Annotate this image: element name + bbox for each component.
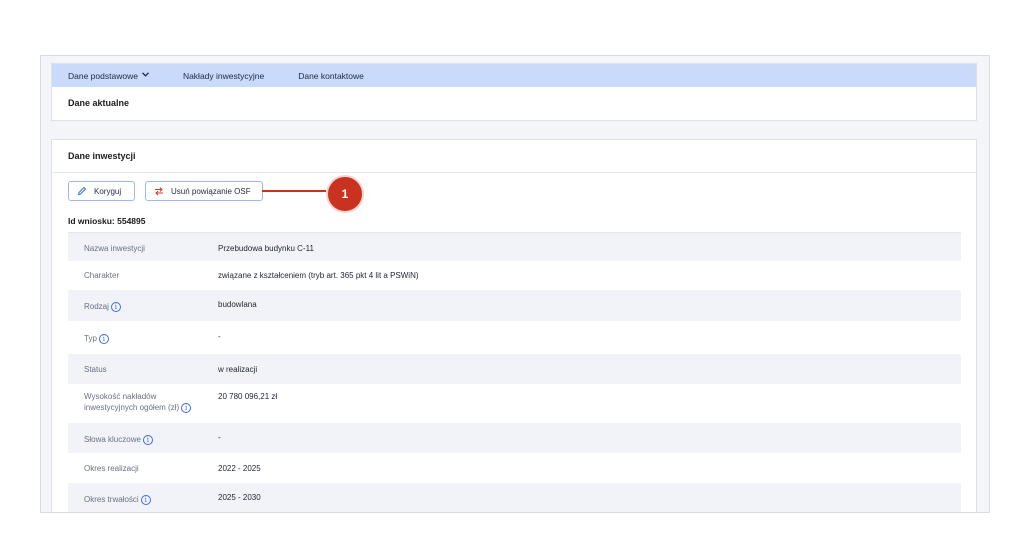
callout-marker: 1	[326, 175, 364, 213]
table-row: Nazwa inwestycji Przebudowa budynku C-11	[68, 233, 961, 261]
row-label-line2: inwestycyjnych ogółem (zł)	[84, 403, 180, 412]
row-value: budowlana	[218, 300, 257, 309]
row-label-text: Rodzaj	[84, 302, 109, 311]
table-row: Typ i -	[68, 321, 961, 354]
row-label: Rodzaj i	[68, 299, 218, 312]
table-row: Okres trwałości i 2025 - 2030	[68, 483, 961, 512]
row-label-text: Okres trwałości	[84, 495, 139, 504]
table-row: Wysokość nakładów inwestycyjnych ogółem …	[68, 384, 961, 423]
chevron-down-icon	[141, 70, 149, 79]
action-buttons: Koryguj Usuń powiązanie OSF	[68, 181, 263, 201]
table-row: Rodzaj i budowlana	[68, 290, 961, 321]
row-label: Status	[84, 365, 107, 374]
row-label: Typ i	[68, 331, 218, 344]
row-label-line1: Wysokość nakładów	[84, 392, 157, 401]
app-frame: Dane podstawowe Nakłady inwestycyjne Dan…	[40, 55, 990, 513]
info-icon[interactable]: i	[110, 301, 121, 312]
row-label: Okres trwałości i	[68, 492, 218, 505]
row-label-text: Typ	[84, 334, 97, 343]
tab-dane-kontaktowe[interactable]: Dane kontaktowe	[298, 71, 364, 81]
investment-details-table: Nazwa inwestycji Przebudowa budynku C-11…	[68, 232, 961, 512]
info-icon[interactable]: i	[142, 434, 153, 445]
tab-navigation: Dane podstawowe Nakłady inwestycyjne Dan…	[52, 64, 976, 87]
table-row: Charakter związane z kształceniem (tryb …	[68, 261, 961, 290]
edit-button[interactable]: Koryguj	[68, 181, 135, 201]
callout-connector	[262, 190, 326, 192]
row-label: Słowa kluczowe i	[68, 432, 218, 445]
row-value: -	[218, 433, 221, 442]
row-label: Nazwa inwestycji	[84, 244, 145, 253]
table-row: Okres realizacji 2022 - 2025	[68, 453, 961, 483]
investment-card: Dane inwestycji Koryguj Usuń powiązanie …	[51, 139, 977, 512]
application-id: Id wniosku: 554895	[68, 216, 146, 226]
tab-label: Dane kontaktowe	[298, 70, 364, 81]
section-title-investment: Dane inwestycji	[52, 140, 976, 173]
row-value: związane z kształceniem (tryb art. 365 p…	[218, 271, 419, 280]
row-value: w realizacji	[218, 365, 258, 374]
unlink-arrows-icon	[154, 186, 164, 196]
tab-label: Dane podstawowe	[68, 70, 138, 81]
row-label: Okres realizacji	[84, 464, 139, 473]
row-value: -	[218, 332, 221, 341]
row-label-text: Słowa kluczowe	[84, 435, 141, 444]
tab-naklady-inwestycyjne[interactable]: Nakłady inwestycyjne	[183, 71, 264, 81]
edit-button-label: Koryguj	[94, 186, 122, 196]
tab-dane-podstawowe[interactable]: Dane podstawowe	[68, 71, 149, 81]
tab-label: Nakłady inwestycyjne	[182, 70, 265, 81]
row-value: 20 780 096,21 zł	[218, 392, 278, 401]
info-icon[interactable]: i	[140, 494, 151, 505]
row-label-line2-wrap: inwestycyjnych ogółem (zł) i	[84, 402, 218, 413]
section-title-current: Dane aktualne	[68, 98, 130, 108]
unlink-osf-button[interactable]: Usuń powiązanie OSF	[145, 181, 263, 201]
info-icon[interactable]: i	[98, 333, 109, 344]
pencil-icon	[77, 186, 87, 196]
table-row: Słowa kluczowe i -	[68, 423, 961, 453]
row-value: 2022 - 2025	[218, 464, 261, 473]
top-card: Dane podstawowe Nakłady inwestycyjne Dan…	[51, 63, 977, 121]
row-value: Przebudowa budynku C-11	[218, 244, 314, 253]
row-label: Charakter	[84, 271, 120, 280]
info-icon[interactable]: i	[181, 402, 192, 413]
row-value: 2025 - 2030	[218, 493, 261, 502]
unlink-button-label: Usuń powiązanie OSF	[171, 186, 251, 196]
row-label: Wysokość nakładów inwestycyjnych ogółem …	[68, 391, 218, 413]
table-row: Status w realizacji	[68, 354, 961, 384]
